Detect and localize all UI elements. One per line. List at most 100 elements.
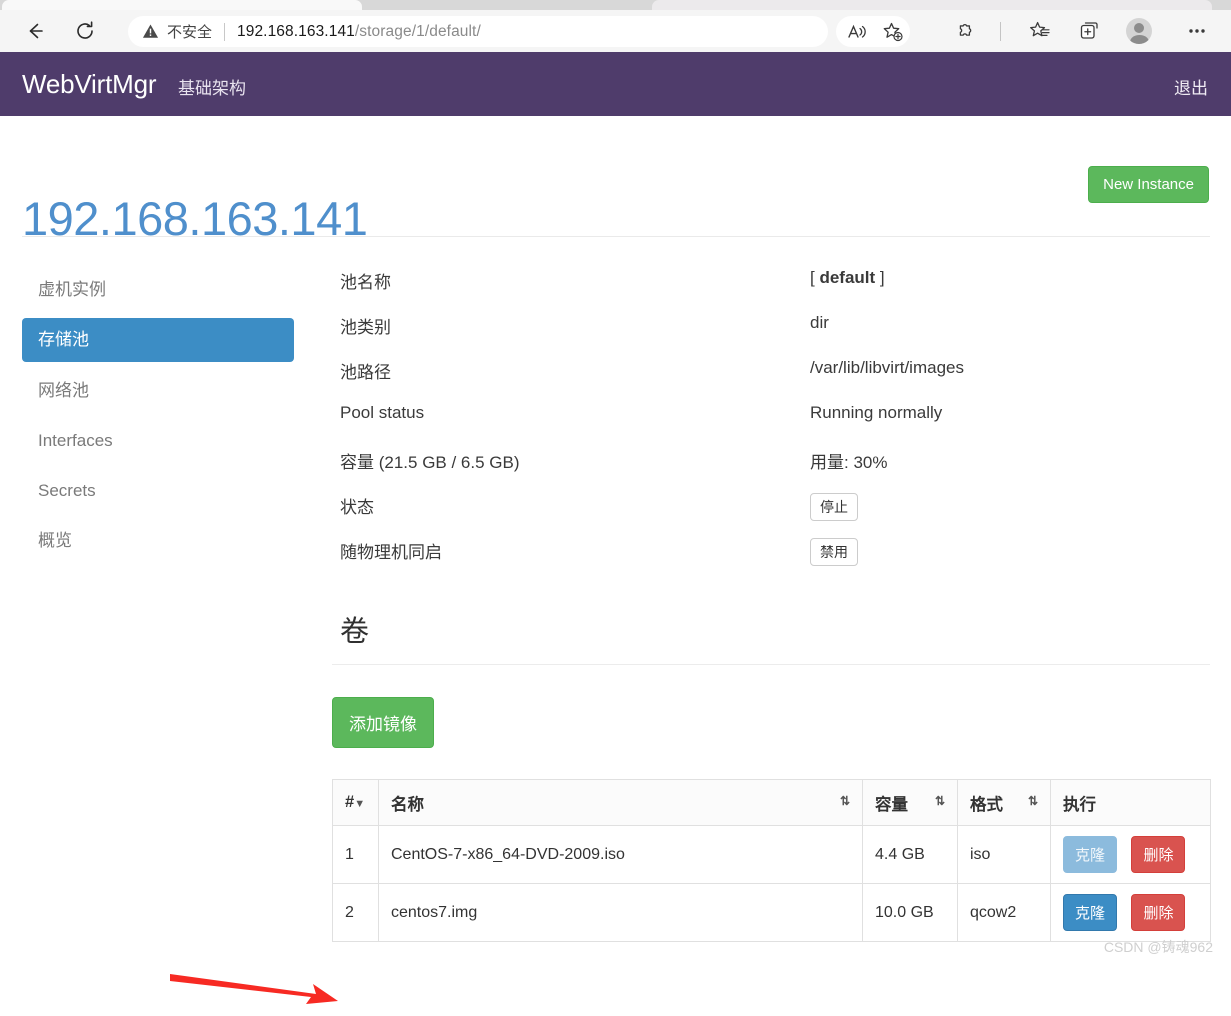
- reload-button[interactable]: [68, 14, 102, 48]
- annotation-arrow-icon: [170, 974, 338, 1004]
- column-header-format[interactable]: 格式 ⇅: [957, 779, 1051, 826]
- detail-label-capacity: 容量 (21.5 GB / 6.5 GB): [340, 453, 520, 472]
- detail-row-pool-name: 池名称 [ default ]: [332, 268, 1210, 313]
- sidebar-item-overview[interactable]: 概览: [22, 519, 294, 562]
- cell-actions: 克隆 删除: [1050, 883, 1211, 942]
- volumes-table-head: #▼ 名称 ⇅ 容量 ⇅ 格式 ⇅ 执行: [332, 779, 1211, 826]
- add-favorite-button[interactable]: [876, 15, 910, 49]
- brand-logo[interactable]: WebVirtMgr: [22, 69, 157, 100]
- sort-caret-icon: ⇅: [839, 793, 850, 808]
- address-bar[interactable]: 不安全 192.168.163.141/storage/1/default/: [128, 16, 828, 47]
- extensions-button[interactable]: [948, 14, 982, 48]
- more-options-button[interactable]: [1180, 14, 1214, 48]
- sort-caret-icon: ⇅: [934, 793, 945, 808]
- clone-volume-button[interactable]: 克隆: [1063, 836, 1118, 873]
- browser-tabstrip: [0, 0, 1231, 10]
- detail-row-pool-status: Pool status Running normally: [332, 403, 1210, 448]
- detail-value-pool-name: [ default ]: [810, 268, 885, 288]
- security-status[interactable]: 不安全: [142, 21, 212, 42]
- column-header-index[interactable]: #▼: [332, 779, 379, 826]
- column-header-name-label: 名称: [391, 795, 424, 814]
- pool-details-list: 池名称 [ default ] 池类别 dir 池路径 /var/lib/lib…: [332, 268, 1210, 583]
- cell-name: centos7.img: [378, 883, 863, 942]
- url-host: 192.168.163.141: [237, 22, 355, 40]
- page-content: 192.168.163.141 New Instance 虚机实例 存储池 网络…: [0, 116, 1231, 1004]
- volumes-table-body: 1 CentOS-7-x86_64-DVD-2009.iso 4.4 GB is…: [332, 825, 1211, 942]
- detail-label: 状态: [340, 498, 374, 517]
- delete-volume-button[interactable]: 删除: [1131, 836, 1186, 873]
- sidebar-item-storage[interactable]: 存储池: [22, 318, 294, 362]
- sidebar-item-secrets[interactable]: Secrets: [22, 469, 294, 512]
- detail-label: 池路径: [340, 363, 391, 382]
- stop-pool-button[interactable]: 停止: [810, 493, 858, 521]
- volumes-divider: [332, 664, 1210, 665]
- cell-index: 2: [332, 883, 379, 942]
- favorites-button[interactable]: [1023, 14, 1057, 48]
- column-header-name[interactable]: 名称 ⇅: [378, 779, 863, 826]
- column-header-size[interactable]: 容量 ⇅: [862, 779, 958, 826]
- read-aloud-icon: [848, 24, 866, 38]
- page-title: 192.168.163.141: [22, 192, 368, 246]
- bracket-close: ]: [875, 268, 885, 287]
- detail-label: 池类别: [340, 318, 391, 337]
- cell-format: qcow2: [957, 883, 1051, 942]
- header-divider: [22, 236, 1210, 237]
- url-path: /storage/1/default/: [354, 22, 481, 40]
- detail-row-state: 状态 停止: [332, 493, 1210, 538]
- disable-autostart-button[interactable]: 禁用: [810, 538, 858, 566]
- add-image-button[interactable]: 添加镜像: [332, 697, 434, 748]
- nav-item-infrastructure[interactable]: 基础架构: [178, 74, 246, 99]
- sidebar-item-network[interactable]: 网络池: [22, 369, 294, 412]
- detail-value-pool-path: /var/lib/libvirt/images: [810, 358, 964, 377]
- sidebar-item-interfaces[interactable]: Interfaces: [22, 419, 294, 462]
- detail-label: 池名称: [340, 273, 391, 292]
- collections-button[interactable]: [1072, 14, 1106, 48]
- column-header-index-label: #: [345, 793, 355, 811]
- column-header-format-label: 格式: [970, 795, 1003, 814]
- extensions-puzzle-icon: [959, 24, 972, 36]
- url-text: 192.168.163.141/storage/1/default/: [237, 23, 481, 41]
- cell-actions: 克隆 删除: [1050, 825, 1211, 884]
- collections-icon: [1080, 22, 1098, 39]
- detail-value-pool-status: Running normally: [810, 403, 943, 422]
- column-header-actions-label: 执行: [1063, 795, 1096, 814]
- security-label: 不安全: [167, 24, 213, 41]
- cell-format: iso: [957, 825, 1051, 884]
- pool-name-value: default: [819, 268, 876, 287]
- profile-avatar-icon: [1126, 18, 1152, 44]
- warning-triangle-icon: [142, 24, 159, 38]
- table-row: 2 centos7.img 10.0 GB qcow2 克隆 删除: [332, 883, 1211, 942]
- detail-row-capacity: 容量 (21.5 GB / 6.5 GB) 用量: 30%: [332, 448, 1210, 493]
- delete-volume-button[interactable]: 删除: [1131, 894, 1186, 931]
- profile-button[interactable]: [1122, 14, 1156, 48]
- column-header-size-label: 容量: [875, 795, 908, 814]
- sort-caret-icon: ▼: [354, 798, 366, 810]
- cell-size: 4.4 GB: [862, 825, 958, 884]
- toolbar-divider: [1000, 22, 1001, 41]
- detail-label: 随物理机同启: [340, 543, 442, 562]
- volumes-heading: 卷: [340, 616, 370, 648]
- detail-label: Pool status: [340, 403, 425, 422]
- omnibox-divider: [224, 22, 226, 41]
- app-navbar: WebVirtMgr 基础架构 退出: [0, 52, 1231, 116]
- detail-value-pool-type: dir: [810, 313, 829, 332]
- more-options-icon: [1189, 29, 1205, 33]
- browser-tab[interactable]: [2, 0, 362, 10]
- detail-value-usage: 用量: 30%: [810, 453, 888, 472]
- browser-tab[interactable]: [652, 0, 1212, 10]
- table-row: 1 CentOS-7-x86_64-DVD-2009.iso 4.4 GB is…: [332, 825, 1211, 884]
- cell-name: CentOS-7-x86_64-DVD-2009.iso: [378, 825, 863, 884]
- nav-item-logout[interactable]: 退出: [1174, 74, 1208, 99]
- clone-volume-button[interactable]: 克隆: [1063, 894, 1118, 931]
- browser-toolbar: 不安全 192.168.163.141/storage/1/default/: [0, 10, 1231, 52]
- sort-caret-icon: ⇅: [1027, 793, 1038, 808]
- back-button[interactable]: [18, 14, 52, 48]
- sidebar-item-instances[interactable]: 虚机实例: [22, 268, 294, 311]
- read-aloud-button[interactable]: [840, 15, 874, 49]
- add-favorite-icon: [883, 22, 903, 42]
- sidebar-nav: 虚机实例 存储池 网络池 Interfaces Secrets 概览: [22, 268, 294, 570]
- reload-icon: [77, 21, 93, 39]
- new-instance-button[interactable]: New Instance: [1088, 166, 1209, 203]
- detail-row-pool-type: 池类别 dir: [332, 313, 1210, 358]
- detail-row-pool-path: 池路径 /var/lib/libvirt/images: [332, 358, 1210, 403]
